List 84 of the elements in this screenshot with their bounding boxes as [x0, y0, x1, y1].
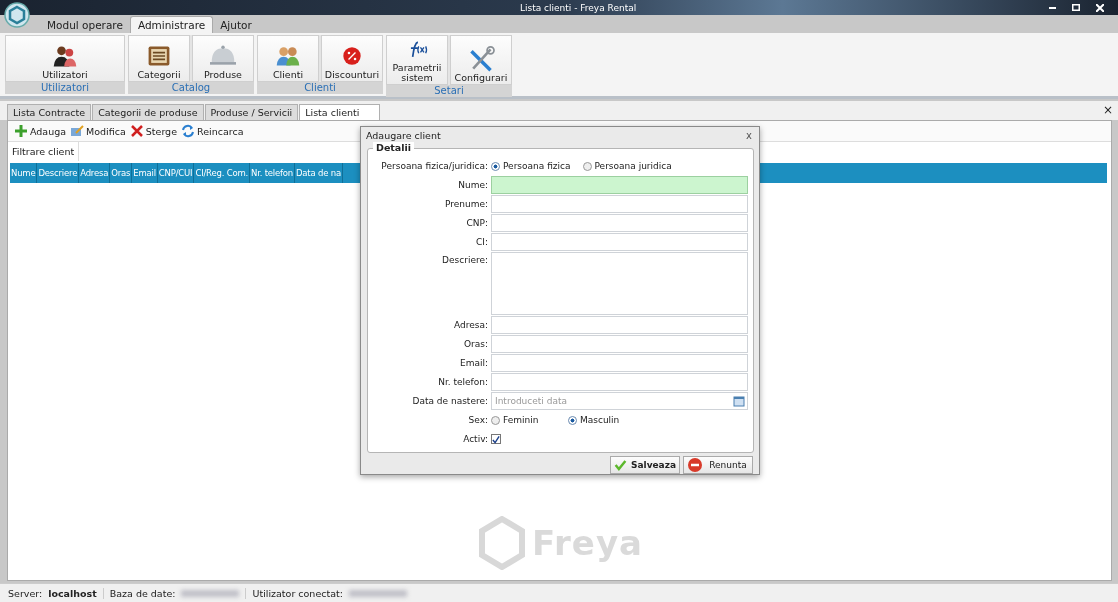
ribbon-button[interactable]: Clienti [257, 35, 319, 82]
close-icon [1096, 3, 1104, 12]
toolbar-button[interactable]: Reincarca [181, 124, 244, 138]
ribbon-button[interactable]: Discounturi [321, 35, 383, 82]
redacted-value [181, 589, 240, 597]
column-header[interactable]: Adresa [79, 163, 111, 183]
dialog-title: Adaugare client [366, 130, 441, 141]
field-label: Email: [459, 358, 489, 368]
ribbon-tab[interactable]: Administrare [129, 16, 214, 33]
field-label: Prenume: [443, 199, 489, 209]
filter-label[interactable]: Filtrare client [8, 142, 80, 161]
input-field[interactable] [491, 373, 748, 391]
column-header[interactable]: Descriere [37, 163, 80, 183]
ribbon-tab[interactable]: Ajutor [213, 17, 259, 33]
window-title: Lista clienti - Freya Rental [520, 2, 637, 13]
status-label: Server: [8, 587, 43, 599]
calendar-icon [733, 395, 745, 407]
toolbar-button[interactable]: Modifica [70, 124, 126, 138]
ribbon-tab[interactable]: Modul operare [40, 17, 130, 33]
edit-icon [70, 124, 85, 138]
ribbon-group-label: Setari [386, 85, 512, 97]
field-label: Descriere: [441, 254, 489, 265]
ribbon-group-label: Utilizatori [5, 82, 125, 94]
field-label: Nr. telefon: [437, 377, 489, 387]
input-field[interactable] [491, 195, 748, 213]
ribbon-group-label: Clienti [257, 82, 383, 94]
radio-option[interactable]: Feminin [491, 415, 568, 425]
ribbon-button[interactable]: Parametrii sistem [386, 35, 448, 85]
column-header[interactable]: Data de na [295, 163, 343, 183]
input-field[interactable] [491, 316, 748, 334]
column-header[interactable]: Nr. telefon [249, 163, 295, 183]
checkmark-icon [614, 457, 627, 473]
restore-icon [1072, 4, 1080, 11]
field-label: Activ: [462, 434, 489, 444]
save-button[interactable]: Salveaza [610, 456, 680, 474]
toolbar-button[interactable]: Adauga [14, 124, 67, 138]
radio-option[interactable]: Masculin [568, 415, 645, 425]
field-label: CNP: [465, 218, 489, 228]
document-tab[interactable]: Lista Contracte [7, 104, 92, 120]
close-button[interactable]: x [744, 130, 754, 141]
document-tab[interactable]: Lista clienti [299, 104, 381, 120]
field-label: Nume: [457, 180, 489, 190]
document-tab[interactable]: Produse / Servicii [204, 104, 299, 120]
input-field[interactable] [491, 176, 748, 194]
cross-icon [129, 124, 144, 138]
input-field[interactable] [491, 335, 748, 353]
field-label: Sex: [467, 415, 489, 425]
redacted-value [348, 589, 407, 597]
ribbon-button[interactable]: Categorii [128, 35, 190, 82]
column-header[interactable]: Email [132, 163, 158, 183]
hexagon-logo-icon [478, 516, 526, 570]
field-label: Oras: [462, 339, 489, 349]
field-label: Adresa: [453, 320, 489, 330]
close-button[interactable]: × [1097, 103, 1118, 120]
field-label: Data de nastere: [411, 396, 489, 406]
field-label: Persoana fizica/juridica: [380, 161, 489, 171]
ribbon-group-label: Catalog [128, 82, 254, 94]
cancel-button[interactable]: Renunta [683, 456, 753, 474]
input-field[interactable] [491, 233, 748, 251]
column-header[interactable]: Oras [110, 163, 133, 183]
toolbar-button[interactable]: Sterge [129, 124, 177, 138]
text-area[interactable] [491, 252, 748, 315]
plus-icon [14, 124, 28, 138]
cancel-icon [687, 457, 703, 473]
input-field[interactable] [491, 214, 748, 232]
status-label: Utilizator conectat: [245, 587, 343, 599]
document-tab[interactable]: Categorii de produse [92, 104, 204, 120]
field-label: CI: [475, 237, 489, 247]
refresh-icon [181, 124, 195, 138]
checkmark-icon [492, 434, 500, 444]
column-header[interactable]: CNP/CUI [157, 163, 195, 183]
input-field[interactable] [491, 354, 748, 372]
column-header[interactable]: Nume [10, 163, 38, 183]
column-header[interactable]: CI/Reg. Com. [194, 163, 250, 183]
group-title: Detalii [373, 142, 415, 153]
ribbon-button[interactable]: Produse [192, 35, 254, 82]
status-label: Baza de date: [102, 587, 176, 599]
radio-option[interactable]: Persoana juridica [582, 161, 672, 171]
ribbon-button[interactable]: Configurari [450, 35, 512, 85]
minimize-icon [1049, 6, 1056, 9]
status-value: localhost [48, 587, 97, 599]
checkbox[interactable] [491, 434, 501, 444]
ribbon-button[interactable]: Utilizatori [5, 35, 125, 82]
radio-option[interactable]: Persoana fizica [491, 161, 571, 171]
